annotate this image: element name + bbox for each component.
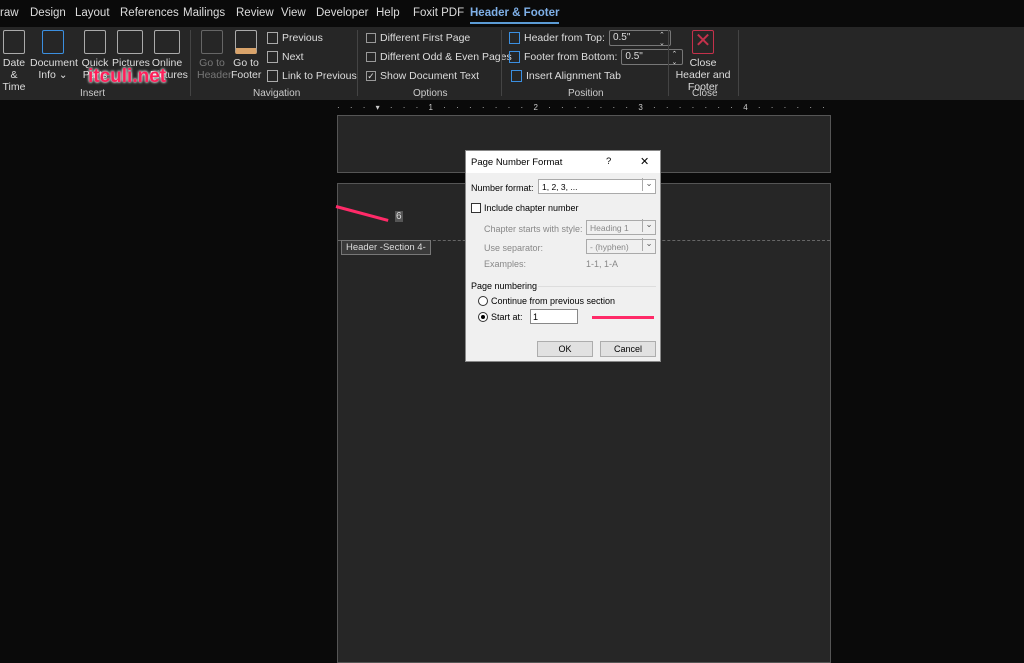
go-to-header-button[interactable]: Go to Header xyxy=(197,30,231,81)
footer-from-bottom: Footer from Bottom: 0.5" xyxy=(509,49,684,66)
close-header-footer-button[interactable]: ✕ Close Header and Footer xyxy=(672,30,734,93)
ok-button[interactable]: OK xyxy=(537,341,593,357)
checkmark-icon: ✓ xyxy=(366,71,376,81)
chapter-starts-label: Chapter starts with style: xyxy=(484,224,583,234)
include-chapter-number-checkbox[interactable] xyxy=(471,203,481,213)
divider xyxy=(738,30,739,96)
tab-mailings[interactable]: Mailings xyxy=(183,7,225,19)
quick-parts-icon xyxy=(84,30,106,54)
use-separator-label: Use separator: xyxy=(484,243,544,253)
horizontal-ruler[interactable]: · · · ▾ · · · 1 · · · · · · · 2 · · · · … xyxy=(337,103,830,113)
header-section-tag: Header -Section 4- xyxy=(341,240,431,255)
tab-view[interactable]: View xyxy=(281,7,306,19)
header-position-icon xyxy=(509,32,520,44)
number-format-select[interactable]: 1, 2, 3, ... xyxy=(538,178,656,194)
document-info-button[interactable]: Document Info ⌄ xyxy=(30,30,78,81)
start-at-input[interactable]: 1 xyxy=(530,309,578,324)
dialog-title: Page Number Format xyxy=(471,157,563,168)
date-time-button[interactable]: Date & Time xyxy=(0,30,28,93)
ribbon: Date & Time Document Info ⌄ Quick Parts … xyxy=(0,27,1024,100)
checkbox-icon xyxy=(366,52,376,62)
number-format-label: Number format: xyxy=(471,183,534,193)
tab-foxit-pdf[interactable]: Foxit PDF xyxy=(413,7,464,19)
ribbon-tabs: raw Design Layout References Mailings Re… xyxy=(0,0,1024,27)
next-button[interactable]: Next xyxy=(267,51,304,63)
show-document-text-checkbox[interactable]: ✓ Show Document Text xyxy=(366,70,479,82)
group-label-options: Options xyxy=(413,88,448,99)
dialog-titlebar: Page Number Format ? ✕ xyxy=(466,151,660,173)
group-label-close: Close xyxy=(692,88,718,99)
examples-label: Examples: xyxy=(484,259,527,269)
page-numbering-heading: Page numbering xyxy=(471,281,538,291)
tab-references[interactable]: References xyxy=(120,7,179,19)
continue-label: Continue from previous section xyxy=(491,296,616,306)
go-to-footer-button[interactable]: Go to Footer xyxy=(231,30,261,81)
checkbox-icon xyxy=(366,33,376,43)
annotation-arrow xyxy=(592,316,654,319)
group-label-insert: Insert xyxy=(80,88,106,99)
calendar-clock-icon xyxy=(3,30,25,54)
separator-select[interactable]: - (hyphen) xyxy=(586,238,656,254)
help-button[interactable]: ? xyxy=(606,156,611,167)
chapter-style-select[interactable]: Heading 1 xyxy=(586,219,656,235)
cancel-button[interactable]: Cancel xyxy=(600,341,656,357)
tab-design[interactable]: Design xyxy=(30,7,66,19)
page-number-field[interactable]: 6 xyxy=(395,211,403,222)
divider xyxy=(501,30,502,96)
group-label-navigation: Navigation xyxy=(253,88,301,99)
divider xyxy=(668,30,669,96)
header-from-top: Header from Top: 0.5" xyxy=(509,30,671,47)
alignment-tab-icon xyxy=(511,70,522,82)
tab-developer[interactable]: Developer xyxy=(316,7,368,19)
tab-header-footer[interactable]: Header & Footer xyxy=(470,7,560,24)
start-at-label: Start at: xyxy=(491,312,523,322)
tab-draw[interactable]: raw xyxy=(0,7,19,19)
tab-review[interactable]: Review xyxy=(236,7,274,19)
pictures-icon xyxy=(117,30,143,54)
tab-help[interactable]: Help xyxy=(376,7,400,19)
header-from-top-input[interactable]: 0.5" xyxy=(608,30,671,47)
examples-value: 1-1, 1-A xyxy=(586,259,619,269)
tab-layout[interactable]: Layout xyxy=(75,7,110,19)
divider xyxy=(357,30,358,96)
watermark-logo: itculi.net xyxy=(88,66,167,87)
document-info-icon xyxy=(42,30,64,54)
continue-radio[interactable] xyxy=(478,296,488,306)
online-pictures-icon xyxy=(154,30,180,54)
link-icon xyxy=(267,70,278,82)
start-at-radio[interactable] xyxy=(478,312,488,322)
footer-position-icon xyxy=(509,51,520,63)
divider xyxy=(538,286,656,287)
group-label-position: Position xyxy=(568,88,604,99)
previous-icon xyxy=(267,32,278,44)
pictures-button[interactable]: Pictures xyxy=(112,30,150,69)
close-icon: ✕ xyxy=(692,30,714,54)
include-chapter-number-label: Include chapter number xyxy=(484,203,579,213)
different-first-page-checkbox[interactable]: Different First Page xyxy=(366,32,470,44)
link-to-previous-button[interactable]: Link to Previous xyxy=(267,70,357,82)
page-number-format-dialog: Page Number Format ? ✕ Number format: 1,… xyxy=(465,150,661,362)
next-icon xyxy=(267,51,278,63)
different-odd-even-checkbox[interactable]: Different Odd & Even Pages xyxy=(366,51,512,63)
previous-button[interactable]: Previous xyxy=(267,32,323,44)
close-button[interactable]: ✕ xyxy=(640,155,649,168)
divider xyxy=(190,30,191,96)
go-to-footer-icon xyxy=(235,30,257,54)
go-to-header-icon xyxy=(201,30,223,54)
insert-alignment-tab-button[interactable]: Insert Alignment Tab xyxy=(511,70,621,82)
